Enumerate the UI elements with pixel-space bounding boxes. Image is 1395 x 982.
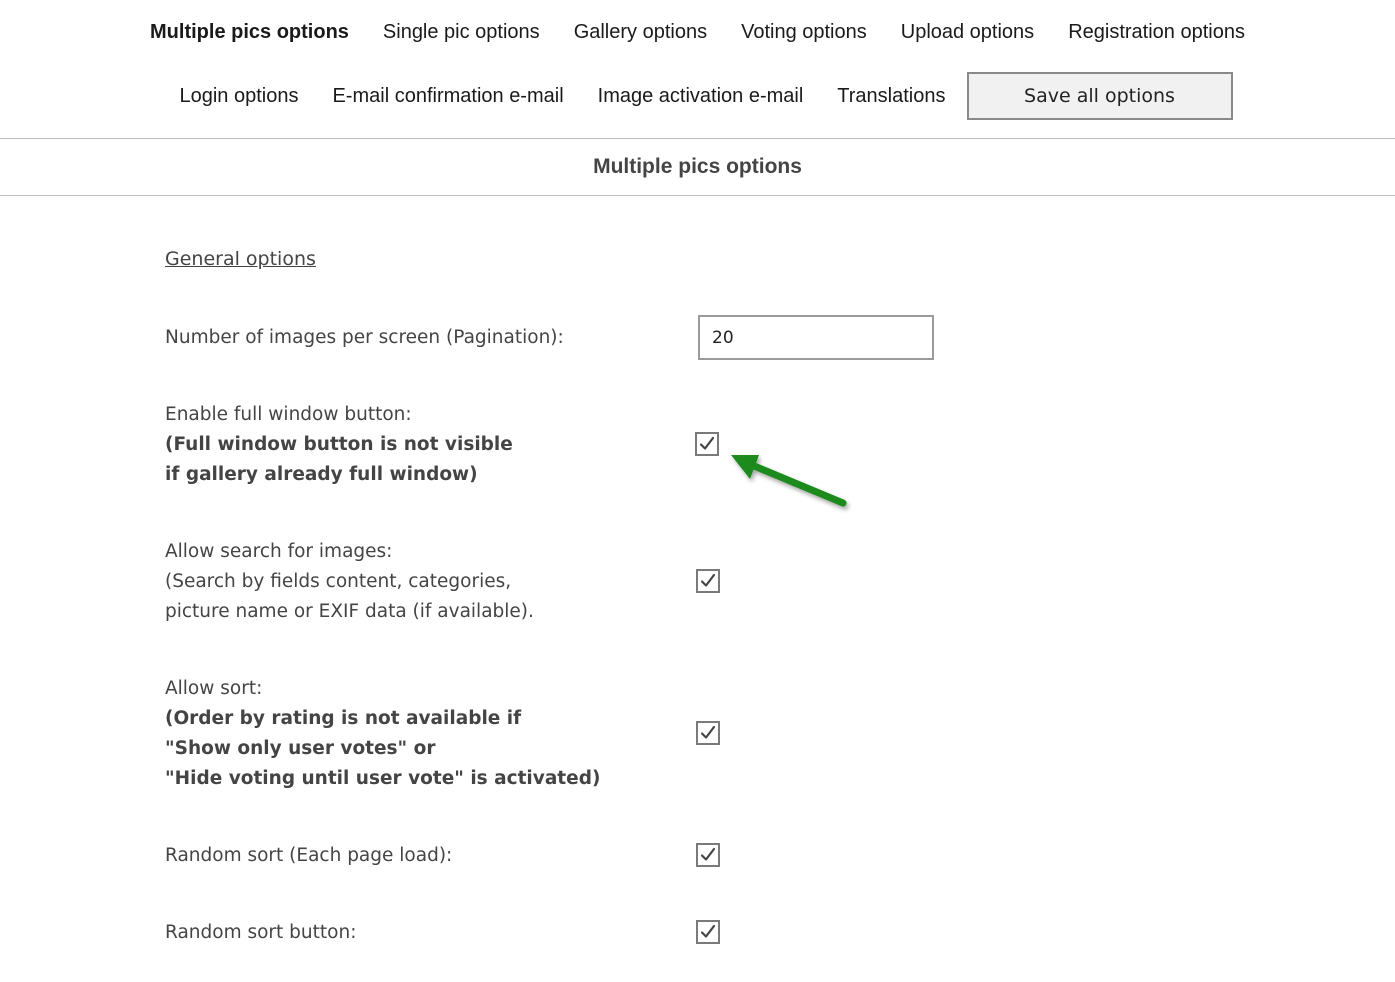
nav-image-activation[interactable]: Image activation e-mail [581, 85, 821, 108]
nav-login[interactable]: Login options [162, 85, 315, 108]
nav-email-confirmation[interactable]: E-mail confirmation e-mail [315, 85, 580, 108]
checkmark-icon [699, 436, 715, 450]
checkmark-icon [700, 573, 716, 587]
full-window-note-1: (Full window button is not visible [165, 434, 513, 455]
options-page: Multiple pics options Single pic options… [0, 0, 1395, 982]
checkmark-icon [700, 924, 716, 938]
options-nav-row-1: Multiple pics options Single pic options… [0, 14, 1395, 50]
pagination-label-text: Number of images per screen (Pagination)… [165, 327, 564, 348]
checkmark-icon [700, 847, 716, 861]
sort-checkbox[interactable] [696, 721, 720, 745]
pagination-input[interactable] [698, 315, 934, 360]
nav-voting[interactable]: Voting options [724, 21, 884, 44]
search-checkbox[interactable] [696, 569, 720, 593]
sort-note-2: "Show only user votes" or [165, 738, 436, 759]
random-sort-button-label-text: Random sort button: [165, 922, 357, 943]
random-sort-label-text: Random sort (Each page load): [165, 845, 453, 866]
nav-gallery[interactable]: Gallery options [557, 21, 724, 44]
random-sort-button-checkbox[interactable] [696, 920, 720, 944]
full-window-note-2: if gallery already full window) [165, 464, 478, 485]
search-note-2: picture name or EXIF data (if available)… [165, 601, 534, 622]
nav-registration[interactable]: Registration options [1051, 21, 1262, 44]
nav-single-pic[interactable]: Single pic options [366, 21, 557, 44]
sort-note-3: "Hide voting until user vote" is activat… [165, 768, 601, 789]
nav-translations[interactable]: Translations [820, 85, 962, 108]
random-sort-button-label: Random sort button: [165, 918, 356, 948]
sort-label: Allow sort: (Order by rating is not avai… [165, 674, 600, 794]
full-window-label: Enable full window button: (Full window … [165, 400, 513, 490]
options-nav-row-2: Login options E-mail confirmation e-mail… [0, 70, 1395, 122]
search-note-1: (Search by fields content, categories, [165, 571, 512, 592]
search-label: Allow search for images: (Search by fiel… [165, 537, 534, 627]
save-all-button[interactable]: Save all options [966, 72, 1233, 120]
page-title: Multiple pics options [593, 155, 802, 178]
full-window-checkbox[interactable] [695, 432, 719, 456]
arrow-icon [731, 455, 847, 507]
page-title-bar: Multiple pics options [0, 138, 1395, 196]
search-label-text: Allow search for images: [165, 541, 393, 562]
pagination-label: Number of images per screen (Pagination)… [165, 323, 564, 353]
full-window-label-text: Enable full window button: [165, 404, 412, 425]
sort-note-1: (Order by rating is not available if [165, 708, 522, 729]
sort-label-text: Allow sort: [165, 678, 263, 699]
nav-upload[interactable]: Upload options [884, 21, 1051, 44]
random-sort-checkbox[interactable] [696, 843, 720, 867]
section-heading: General options [165, 248, 316, 270]
checkmark-icon [700, 725, 716, 739]
nav-multiple-pics[interactable]: Multiple pics options [133, 21, 366, 44]
random-sort-label: Random sort (Each page load): [165, 841, 452, 871]
